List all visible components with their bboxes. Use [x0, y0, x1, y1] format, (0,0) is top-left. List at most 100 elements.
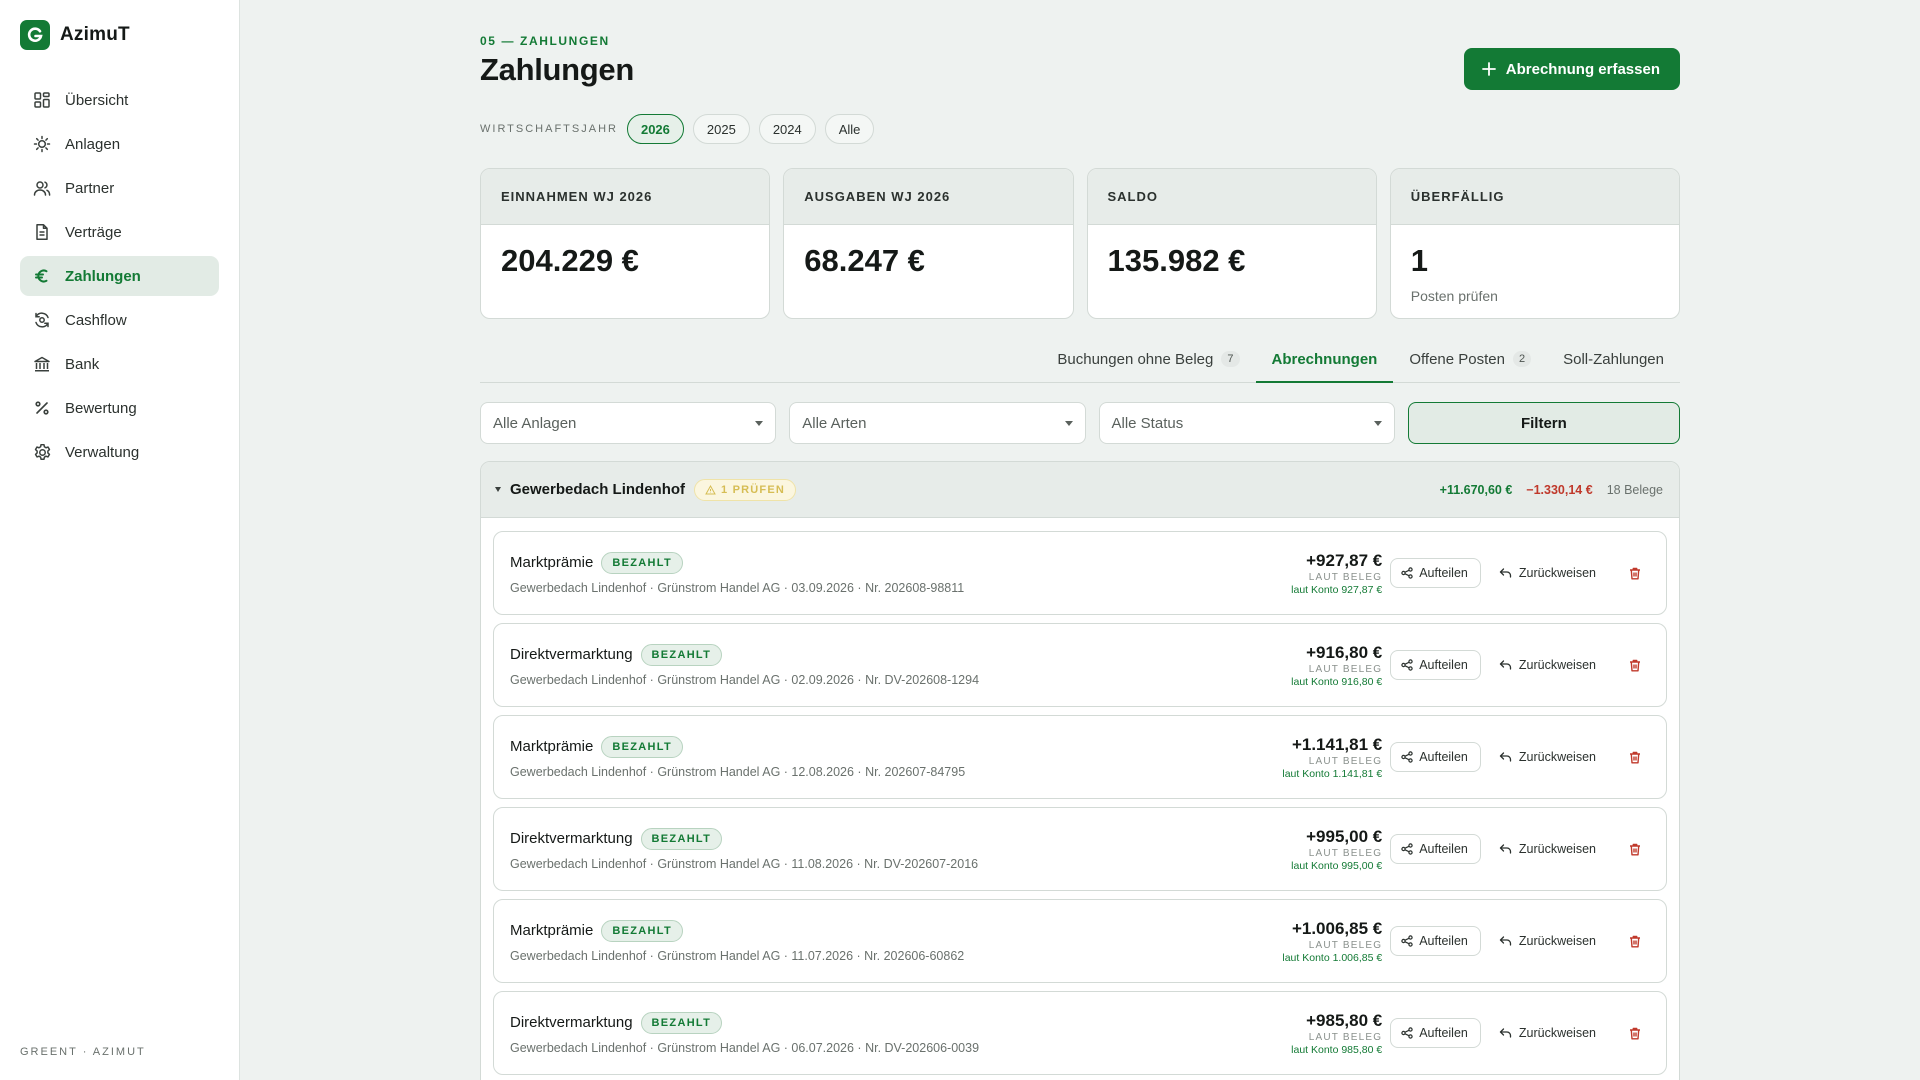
group-title: Gewerbedach Lindenhof — [510, 481, 686, 498]
fiscal-year-2026[interactable]: 2026 — [626, 114, 684, 144]
fiscal-year-2024[interactable]: 2024 — [758, 114, 816, 144]
split-button[interactable]: Aufteilen — [1390, 558, 1481, 588]
nav-item-vertraege[interactable]: Verträge — [20, 212, 219, 252]
reject-label: Zurückweisen — [1518, 566, 1596, 580]
settlement-row[interactable]: Marktprämie BEZAHLT Gewerbedach Lindenho… — [493, 899, 1667, 983]
row-top: Marktprämie BEZAHLT — [510, 919, 1282, 942]
reject-button[interactable]: Zurückweisen — [1489, 650, 1606, 680]
reject-button[interactable]: Zurückweisen — [1489, 1018, 1606, 1048]
nav-item-verwaltung[interactable]: Verwaltung — [20, 432, 219, 472]
type-select[interactable]: Alle Arten — [789, 402, 1086, 444]
undo-icon — [1499, 660, 1512, 670]
main-content: 05 — ZAHLUNGEN Zahlungen Abrechnung erfa… — [480, 0, 1680, 1080]
row-top: Direktvermarktung BEZAHLT — [510, 643, 1291, 666]
reject-button[interactable]: Zurückweisen — [1489, 558, 1606, 588]
delete-button[interactable] — [1620, 558, 1650, 588]
reject-button[interactable]: Zurückweisen — [1489, 926, 1606, 956]
tab-count-badge: 2 — [1512, 351, 1532, 367]
share-icon — [1401, 843, 1413, 855]
row-account-amount: laut Konto 995,00 € — [1291, 859, 1383, 872]
settlement-row[interactable]: Direktvermarktung BEZAHLT Gewerbedach Li… — [493, 623, 1667, 707]
split-label: Aufteilen — [1419, 658, 1468, 672]
nav-label: Partner — [65, 179, 115, 197]
group-header[interactable]: Gewerbedach Lindenhof 1 PRÜFEN +11.670,6… — [481, 462, 1679, 518]
row-details: Gewerbedach Lindenhof · Grünstrom Handel… — [510, 672, 980, 687]
trash-icon — [1630, 935, 1640, 947]
nav-item-cashflow[interactable]: Cashflow — [20, 300, 219, 340]
settlement-row[interactable]: Direktvermarktung BEZAHLT Gewerbedach Li… — [493, 991, 1667, 1075]
nav-label: Bewertung — [65, 399, 137, 417]
status-badge: BEZAHLT — [640, 643, 723, 666]
row-details: Gewerbedach Lindenhof · Grünstrom Handel… — [510, 764, 966, 779]
kpi-value: 1 — [1410, 243, 1428, 278]
delete-button[interactable] — [1620, 834, 1650, 864]
reject-label: Zurückweisen — [1518, 842, 1596, 856]
row-amounts: +1.141,81 € LAUT BELEG laut Konto 1.141,… — [1282, 735, 1382, 780]
tab-bookings-without-receipt[interactable]: Buchungen ohne Beleg 7 — [1041, 344, 1255, 383]
tab-count-badge: 7 — [1221, 351, 1240, 367]
row-title: Direktvermarktung — [510, 646, 633, 663]
row-title: Marktprämie — [510, 738, 594, 755]
delete-button[interactable] — [1620, 1018, 1650, 1048]
caret-down-icon[interactable] — [495, 487, 501, 492]
delete-button[interactable] — [1620, 742, 1650, 772]
settlement-row[interactable]: Direktvermarktung BEZAHLT Gewerbedach Li… — [493, 807, 1667, 891]
tab-target-payments[interactable]: Soll-Zahlungen — [1547, 344, 1680, 383]
gear-icon — [32, 442, 52, 462]
settlement-row[interactable]: Marktprämie BEZAHLT Gewerbedach Lindenho… — [493, 715, 1667, 799]
row-main: Direktvermarktung BEZAHLT Gewerbedach Li… — [510, 827, 1291, 871]
fiscal-year-2025[interactable]: 2025 — [692, 114, 750, 144]
fiscal-year-all[interactable]: Alle — [824, 114, 875, 144]
type-select-value: Alle Arten — [802, 414, 867, 432]
create-settlement-button[interactable]: Abrechnung erfassen — [1463, 48, 1680, 90]
row-title: Direktvermarktung — [510, 1014, 633, 1031]
row-amount-label: LAUT BELEG — [1308, 1031, 1383, 1043]
row-amount: +916,80 € — [1306, 642, 1383, 662]
status-select-value: Alle Status — [1111, 414, 1184, 432]
brand[interactable]: AzimuT — [20, 20, 130, 50]
delete-button[interactable] — [1620, 650, 1650, 680]
delete-button[interactable] — [1620, 926, 1650, 956]
split-button[interactable]: Aufteilen — [1390, 926, 1481, 956]
row-main: Direktvermarktung BEZAHLT Gewerbedach Li… — [510, 643, 1291, 687]
reject-button[interactable]: Zurückweisen — [1489, 742, 1606, 772]
kpi-value: 204.229 € — [501, 243, 639, 278]
status-select[interactable]: Alle Status — [1098, 402, 1395, 444]
settlement-list: Marktprämie BEZAHLT Gewerbedach Lindenho… — [481, 518, 1679, 1075]
reject-button[interactable]: Zurückweisen — [1489, 834, 1606, 864]
row-title: Direktvermarktung — [510, 830, 633, 847]
group-income: +11.670,60 € — [1439, 482, 1513, 497]
plant-select[interactable]: Alle Anlagen — [480, 402, 777, 444]
nav-item-uebersicht[interactable]: Übersicht — [20, 80, 219, 120]
nav-item-bewertung[interactable]: Bewertung — [20, 388, 219, 428]
split-button[interactable]: Aufteilen — [1390, 1018, 1481, 1048]
settlement-group: Gewerbedach Lindenhof 1 PRÜFEN +11.670,6… — [480, 461, 1680, 1080]
settlement-row[interactable]: Marktprämie BEZAHLT Gewerbedach Lindenho… — [493, 531, 1667, 615]
tab-label: Soll-Zahlungen — [1563, 351, 1664, 368]
row-amount: +995,00 € — [1306, 826, 1383, 846]
cashflow-icon — [32, 310, 52, 330]
nav-item-zahlungen[interactable]: Zahlungen — [20, 256, 219, 296]
nav-label: Cashflow — [65, 311, 127, 329]
split-button[interactable]: Aufteilen — [1390, 650, 1481, 680]
kpi-overdue[interactable]: ÜBERFÄLLIG 1 Posten prüfen — [1389, 168, 1680, 319]
nav-item-bank[interactable]: Bank — [20, 344, 219, 384]
status-badge: BEZAHLT — [601, 735, 683, 758]
warning-badge: 1 PRÜFEN — [694, 478, 797, 501]
tab-settlements[interactable]: Abrechnungen — [1255, 344, 1394, 383]
split-label: Aufteilen — [1419, 750, 1468, 764]
kpi-value: 68.247 € — [804, 243, 925, 278]
group-expense: −1.330,14 € — [1526, 482, 1593, 497]
split-button[interactable]: Aufteilen — [1390, 742, 1481, 772]
nav-item-anlagen[interactable]: Anlagen — [20, 124, 219, 164]
brand-name: AzimuT — [60, 24, 130, 45]
tab-open-items[interactable]: Offene Posten 2 — [1393, 344, 1547, 383]
row-amount-label: LAUT BELEG — [1308, 571, 1383, 583]
row-amount-label: LAUT BELEG — [1308, 663, 1383, 675]
split-label: Aufteilen — [1419, 842, 1468, 856]
kpi-expenses: AUSGABEN WJ 2026 68.247 € — [783, 168, 1074, 319]
euro-icon — [32, 266, 52, 286]
nav-item-partner[interactable]: Partner — [20, 168, 219, 208]
split-button[interactable]: Aufteilen — [1390, 834, 1481, 864]
filter-button[interactable]: Filtern — [1407, 402, 1680, 444]
